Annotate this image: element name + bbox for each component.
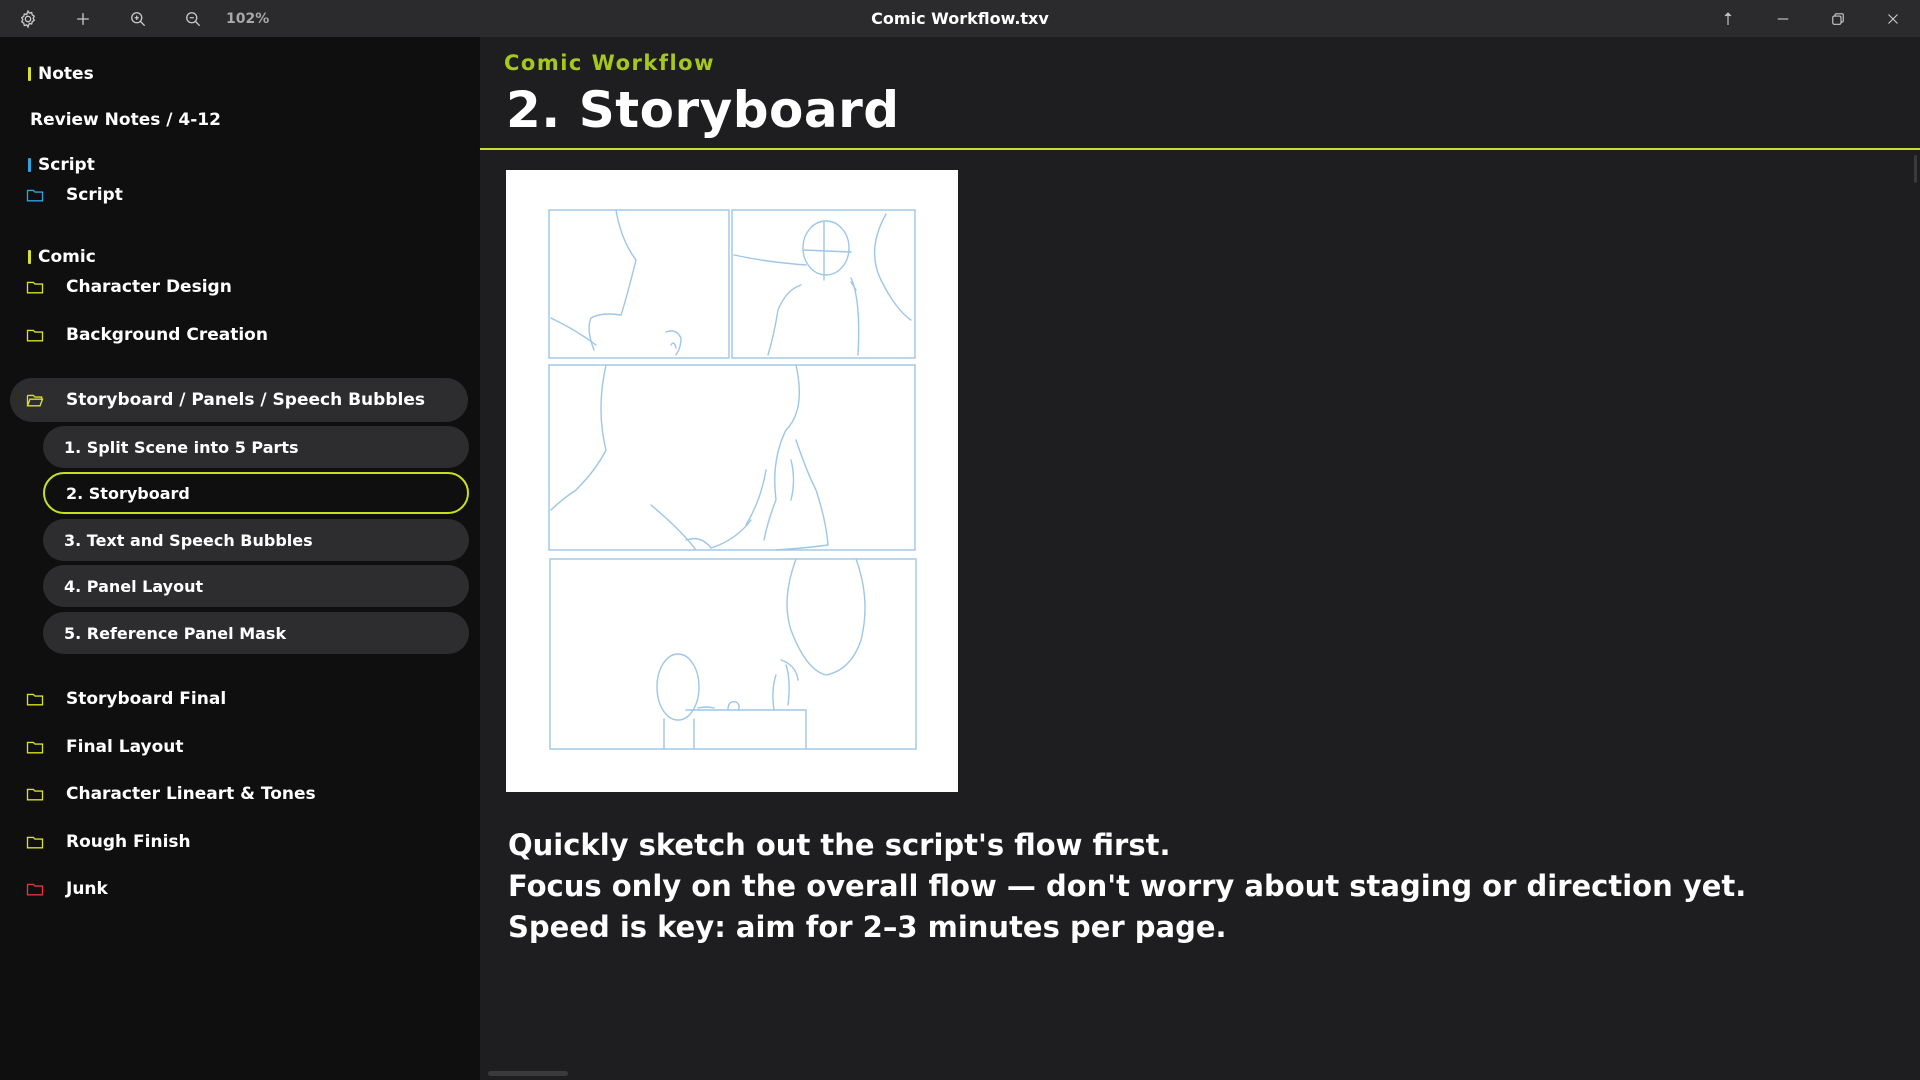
zoom-level: 102% — [226, 10, 270, 27]
section-label: Comic — [38, 247, 96, 267]
breadcrumb: Comic Workflow — [504, 51, 716, 75]
body-line: Speed is key: aim for 2–3 minutes per pa… — [508, 910, 1227, 944]
sidebar-subitem-split-scene[interactable]: 1. Split Scene into 5 Parts — [43, 426, 469, 468]
section-marker — [28, 250, 31, 264]
settings-button[interactable] — [0, 0, 55, 37]
storyboard-sketch-image — [506, 170, 958, 792]
restore-button[interactable] — [1810, 0, 1865, 37]
section-header-notes: Notes — [28, 61, 94, 87]
window-controls — [1700, 0, 1920, 37]
gear-icon — [20, 9, 35, 28]
zoom-in-icon — [130, 11, 145, 26]
sidebar-item-label: Rough Finish — [66, 832, 191, 852]
sidebar-item-label: Script — [66, 185, 123, 205]
scrollbar-thumb[interactable] — [1914, 155, 1917, 183]
sidebar-item-character-design[interactable]: Character Design — [10, 265, 468, 309]
page-title: 2. Storyboard — [506, 81, 900, 139]
body-text: Quickly sketch out the script's flow fir… — [508, 825, 1898, 948]
zoom-out-icon — [185, 11, 200, 26]
section-marker — [28, 158, 31, 172]
sidebar-item-label: Character Design — [66, 277, 232, 297]
sidebar-item-label: Background Creation — [66, 325, 268, 345]
section-marker — [28, 67, 31, 81]
restore-icon — [1831, 12, 1844, 25]
add-button[interactable] — [55, 0, 110, 37]
title-bar: 102% Comic Workflow.txv — [0, 0, 1920, 37]
sidebar-subitem-storyboard[interactable]: 2. Storyboard — [43, 472, 469, 514]
minimize-button[interactable] — [1755, 0, 1810, 37]
pin-icon — [1724, 11, 1731, 25]
section-label: Script — [38, 155, 95, 175]
sidebar-item-rough-finish[interactable]: Rough Finish — [10, 820, 468, 864]
plus-icon — [76, 12, 89, 25]
sidebar-item-label: Final Layout — [66, 737, 184, 757]
sidebar-item-label: Storyboard / Panels / Speech Bubbles — [66, 390, 425, 410]
window-title: Comic Workflow.txv — [871, 9, 1049, 28]
sidebar-item-background-creation[interactable]: Background Creation — [10, 313, 468, 357]
folder-icon — [24, 736, 46, 758]
close-icon — [1887, 13, 1898, 24]
sidebar-item-review-notes[interactable]: Review Notes / 4-12 — [30, 107, 221, 133]
body-line: Quickly sketch out the script's flow fir… — [508, 828, 1171, 862]
folder-open-icon — [24, 389, 46, 411]
sidebar-item-label: Junk — [66, 879, 108, 899]
sidebar-item-label: Storyboard Final — [66, 689, 227, 709]
sidebar-item-script[interactable]: Script — [10, 173, 468, 217]
minimize-icon — [1777, 17, 1788, 20]
folder-icon — [24, 878, 46, 900]
title-divider — [480, 148, 1920, 150]
sidebar-item-storyboard-panels[interactable]: Storyboard / Panels / Speech Bubbles — [10, 378, 468, 422]
zoom-out-button[interactable] — [165, 0, 220, 37]
sidebar: Notes Review Notes / 4-12 Script Script … — [0, 37, 480, 1080]
sidebar-subitem-panel-layout[interactable]: 4. Panel Layout — [43, 565, 469, 607]
sidebar-subitem-text-speech-bubbles[interactable]: 3. Text and Speech Bubbles — [43, 519, 469, 561]
folder-icon — [24, 276, 46, 298]
sidebar-subitem-reference-panel-mask[interactable]: 5. Reference Panel Mask — [43, 612, 469, 654]
zoom-in-button[interactable] — [110, 0, 165, 37]
sidebar-item-final-layout[interactable]: Final Layout — [10, 725, 468, 769]
body-line: Focus only on the overall flow — don't w… — [508, 869, 1747, 903]
folder-icon — [24, 783, 46, 805]
folder-icon — [24, 184, 46, 206]
toolbar: 102% — [0, 0, 269, 37]
pin-button[interactable] — [1700, 0, 1755, 37]
folder-icon — [24, 831, 46, 853]
folder-icon — [24, 688, 46, 710]
sidebar-item-label: Character Lineart & Tones — [66, 784, 316, 804]
horizontal-scrollbar[interactable] — [488, 1071, 568, 1076]
sidebar-item-junk[interactable]: Junk — [10, 867, 468, 911]
section-label: Notes — [38, 64, 94, 84]
main-content: Comic Workflow 2. Storyboard Quickly ske… — [480, 37, 1920, 1080]
folder-icon — [24, 324, 46, 346]
vertical-scrollbar[interactable] — [1910, 155, 1920, 185]
sidebar-item-lineart-tones[interactable]: Character Lineart & Tones — [10, 772, 468, 816]
sidebar-item-storyboard-final[interactable]: Storyboard Final — [10, 677, 468, 721]
close-button[interactable] — [1865, 0, 1920, 37]
